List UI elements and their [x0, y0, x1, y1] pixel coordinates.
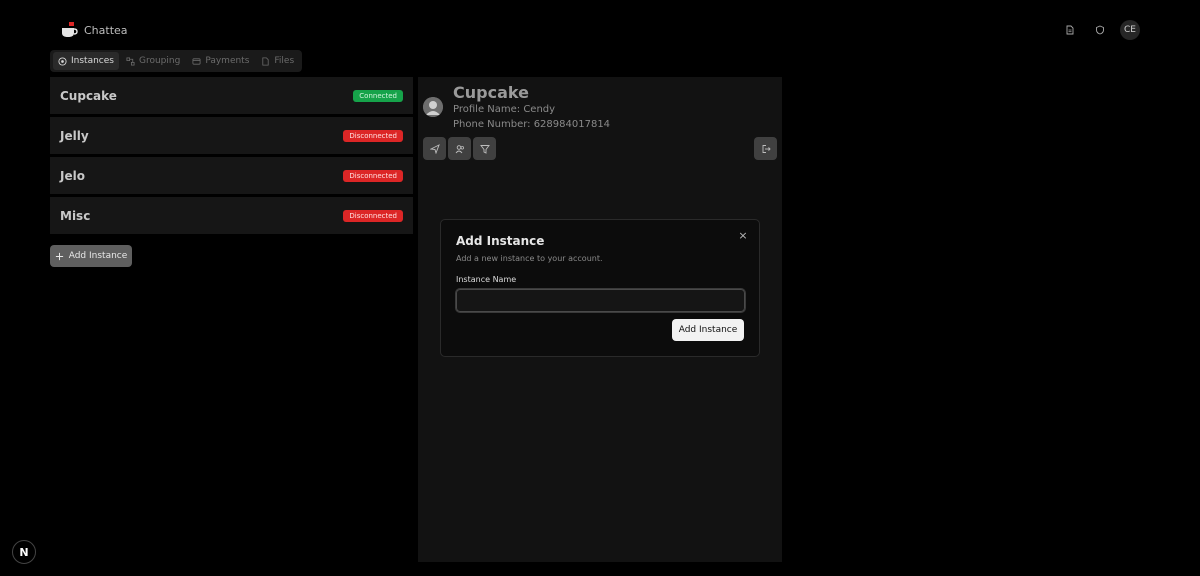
dialog-description: Add a new instance to your account. [456, 254, 603, 263]
instance-name-label: Instance Name [456, 275, 517, 284]
submit-add-instance-button[interactable]: Add Instance [672, 319, 744, 341]
instance-name-input[interactable] [455, 288, 746, 313]
close-icon[interactable]: × [737, 230, 749, 242]
nextjs-dev-indicator[interactable]: N [12, 540, 36, 564]
add-instance-dialog: × Add Instance Add a new instance to you… [440, 219, 760, 357]
dialog-title: Add Instance [456, 234, 545, 248]
